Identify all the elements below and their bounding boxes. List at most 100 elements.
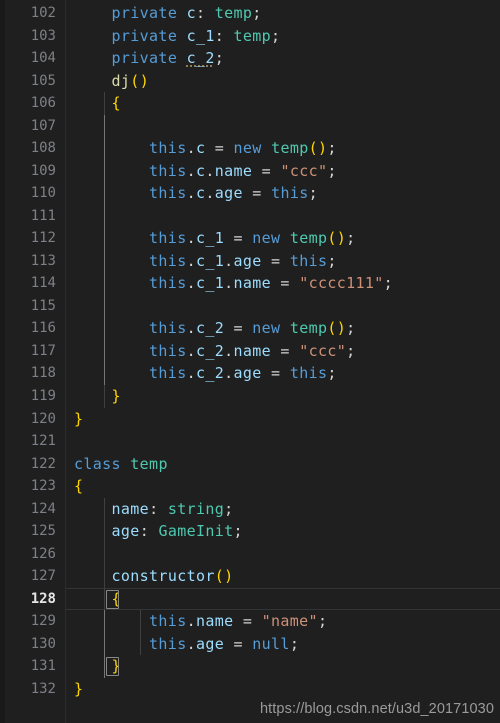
line-code[interactable]: }	[74, 678, 83, 701]
line-number[interactable]: 132	[0, 678, 56, 701]
line-code[interactable]: private c_2;	[74, 47, 224, 70]
line-code[interactable]: this.c_2 = new temp();	[74, 317, 356, 340]
line-number[interactable]: 112	[0, 227, 56, 250]
line-number[interactable]: 108	[0, 137, 56, 160]
line-code[interactable]: name: string;	[74, 498, 234, 521]
code-line[interactable]: 111	[0, 205, 500, 228]
code-line[interactable]: 129 this.name = "name";	[0, 610, 500, 633]
code-line[interactable]: 117 this.c_2.name = "ccc";	[0, 340, 500, 363]
line-number[interactable]: 128	[0, 588, 56, 611]
code-line[interactable]: 115	[0, 295, 500, 318]
line-code[interactable]: constructor()	[74, 565, 234, 588]
line-code[interactable]: this.c = new temp();	[74, 137, 337, 160]
code-line[interactable]: 118 this.c_2.age = this;	[0, 362, 500, 385]
code-token: new	[233, 139, 262, 158]
line-code[interactable]: this.c_2.name = "ccc";	[74, 340, 356, 363]
code-line[interactable]: 116 this.c_2 = new temp();	[0, 317, 500, 340]
code-line[interactable]: 131 }	[0, 655, 500, 678]
line-code[interactable]: this.c_1 = new temp();	[74, 227, 356, 250]
code-line[interactable]: 102 private c: temp;	[0, 2, 500, 25]
code-line[interactable]: 109 this.c.name = "ccc";	[0, 160, 500, 183]
line-code[interactable]: age: GameInit;	[74, 520, 243, 543]
line-number[interactable]: 118	[0, 362, 56, 385]
line-number[interactable]: 111	[0, 205, 56, 228]
line-code[interactable]: private c: temp;	[74, 2, 262, 25]
line-code[interactable]: {	[74, 92, 121, 115]
line-code[interactable]: this.c_2.age = this;	[74, 362, 337, 385]
line-number[interactable]: 106	[0, 92, 56, 115]
line-number[interactable]: 113	[0, 250, 56, 273]
line-number[interactable]: 124	[0, 498, 56, 521]
line-code[interactable]: this.name = "name";	[74, 610, 327, 633]
code-line[interactable]: 108 this.c = new temp();	[0, 137, 500, 160]
code-line[interactable]: 128 {	[0, 587, 500, 611]
line-number[interactable]: 107	[0, 115, 56, 138]
line-number[interactable]: 103	[0, 25, 56, 48]
code-token: string	[167, 499, 225, 518]
line-number[interactable]: 110	[0, 182, 56, 205]
code-line[interactable]: 122 class temp	[0, 453, 500, 476]
line-number[interactable]: 131	[0, 655, 56, 678]
line-code[interactable]: private c_1: temp;	[74, 25, 281, 48]
line-code[interactable]: this.c.age = this;	[74, 182, 318, 205]
editor-left-edge	[0, 0, 5, 723]
code-line[interactable]: 112 this.c_1 = new temp();	[0, 227, 500, 250]
line-number[interactable]: 104	[0, 47, 56, 70]
code-line[interactable]: 127 constructor()	[0, 565, 500, 588]
code-line[interactable]: 123 {	[0, 475, 500, 498]
line-number[interactable]: 123	[0, 475, 56, 498]
code-token: :	[214, 26, 234, 45]
line-code[interactable]: class temp	[74, 453, 168, 476]
line-number[interactable]: 126	[0, 543, 56, 566]
code-line[interactable]: 106 {	[0, 92, 500, 115]
code-line[interactable]: 119 }	[0, 385, 500, 408]
code-line[interactable]: 110 this.c.age = this;	[0, 182, 500, 205]
line-number[interactable]: 105	[0, 70, 56, 93]
code-line[interactable]: 120}	[0, 408, 500, 431]
line-number[interactable]: 109	[0, 160, 56, 183]
code-line[interactable]: 104 private c_2;	[0, 47, 500, 70]
code-token: ;	[346, 341, 356, 360]
line-number[interactable]: 117	[0, 340, 56, 363]
line-number[interactable]: 119	[0, 385, 56, 408]
line-number[interactable]: 114	[0, 272, 56, 295]
code-line[interactable]: 114 this.c_1.name = "cccc111";	[0, 272, 500, 295]
code-line[interactable]: 130 this.age = null;	[0, 633, 500, 656]
line-number[interactable]: 116	[0, 317, 56, 340]
line-number[interactable]: 125	[0, 520, 56, 543]
code-line[interactable]: 121	[0, 430, 500, 453]
code-editor[interactable]: 102 private c: temp; 103 private c_1: tem…	[0, 0, 500, 723]
code-line[interactable]: 103 private c_1: temp;	[0, 25, 500, 48]
code-line[interactable]: 113 this.c_1.age = this;	[0, 250, 500, 273]
line-number[interactable]: 127	[0, 565, 56, 588]
gutter-separator	[65, 0, 66, 723]
code-line[interactable]: 107	[0, 115, 500, 138]
line-code[interactable]: }	[74, 655, 121, 678]
line-code[interactable]: this.c_1.name = "cccc111";	[74, 272, 393, 295]
line-number[interactable]: 121	[0, 430, 56, 453]
code-line[interactable]: 124 name: string;	[0, 498, 500, 521]
code-token: this	[149, 139, 187, 158]
line-code[interactable]: }	[74, 385, 121, 408]
line-code[interactable]: {	[74, 588, 121, 611]
code-token: name	[233, 274, 272, 293]
line-number[interactable]: 130	[0, 633, 56, 656]
line-number[interactable]: 120	[0, 408, 56, 431]
line-number[interactable]: 122	[0, 453, 56, 476]
line-code[interactable]: this.age = null;	[74, 633, 299, 656]
line-code[interactable]: this.c_1.age = this;	[74, 250, 337, 273]
line-number[interactable]: 102	[0, 2, 56, 25]
line-code[interactable]: this.c.name = "ccc";	[74, 160, 337, 183]
line-code[interactable]: dj()	[74, 70, 149, 93]
code-line[interactable]: 125 age: GameInit;	[0, 520, 500, 543]
code-line[interactable]: 126	[0, 543, 500, 566]
line-code[interactable]: }	[74, 408, 83, 431]
code-line[interactable]: 105 dj()	[0, 70, 500, 93]
line-code[interactable]: {	[74, 475, 83, 498]
line-number[interactable]: 115	[0, 295, 56, 318]
line-number[interactable]: 129	[0, 610, 56, 633]
code-line[interactable]: 132}	[0, 678, 500, 701]
